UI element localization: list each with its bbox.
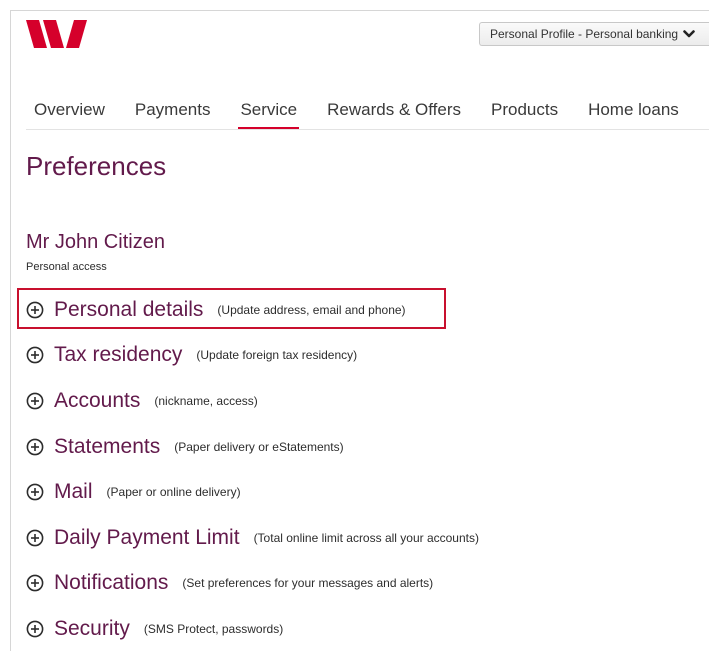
preference-item-security[interactable]: Security (SMS Protect, passwords) (26, 606, 479, 652)
preference-item-accounts[interactable]: Accounts (nickname, access) (26, 378, 479, 424)
preference-label[interactable]: Daily Payment Limit (54, 526, 240, 550)
circle-plus-icon[interactable] (26, 301, 44, 319)
circle-plus-icon[interactable] (26, 483, 44, 501)
preference-item-tax-residency[interactable]: Tax residency (Update foreign tax residen… (26, 333, 479, 379)
preference-label[interactable]: Accounts (54, 389, 140, 413)
main-nav: Overview Payments Service Rewards & Offers P… (34, 100, 709, 130)
profile-selector[interactable]: Personal Profile - Personal banking (479, 22, 709, 46)
preference-item-daily-payment-limit[interactable]: Daily Payment Limit (Total online limit a… (26, 515, 479, 561)
preference-hint: (Set preferences for your messages and a… (182, 576, 434, 591)
preference-label[interactable]: Statements (54, 435, 160, 459)
preference-label[interactable]: Notifications (54, 571, 168, 595)
user-name: Mr John Citizen (26, 231, 165, 253)
tab-service[interactable]: Service (238, 100, 299, 130)
preference-item-personal-details[interactable]: Personal details (Update address, email a… (26, 287, 479, 333)
westpac-logo-icon[interactable] (26, 20, 98, 48)
tab-rewards-offers[interactable]: Rewards & Offers (327, 100, 461, 130)
preference-label[interactable]: Mail (54, 480, 93, 504)
preference-hint: (nickname, access) (154, 393, 258, 408)
circle-plus-icon[interactable] (26, 392, 44, 410)
page-title: Preferences (26, 151, 167, 181)
tab-home-loans[interactable]: Home loans (588, 100, 679, 130)
circle-plus-icon[interactable] (26, 574, 44, 592)
profile-selector-label: Personal Profile - Personal banking (490, 27, 679, 41)
circle-plus-icon[interactable] (26, 438, 44, 456)
preferences-list: Personal details (Update address, email a… (26, 287, 479, 652)
preference-hint: (Total online limit across all your acco… (253, 530, 479, 545)
tab-products[interactable]: Products (491, 100, 558, 130)
preference-hint: (SMS Protect, passwords) (143, 621, 284, 636)
circle-plus-icon[interactable] (26, 620, 44, 638)
preference-item-notifications[interactable]: Notifications (Set preferences for your m… (26, 561, 479, 607)
preference-label[interactable]: Personal details (54, 298, 203, 322)
nav-divider (26, 129, 709, 130)
preference-hint: (Update address, email and phone) (217, 302, 406, 317)
tab-payments[interactable]: Payments (135, 100, 211, 130)
user-access-level: Personal access (26, 261, 107, 273)
preference-hint: (Paper or online delivery) (106, 485, 241, 500)
preference-item-mail[interactable]: Mail (Paper or online delivery) (26, 469, 479, 515)
circle-plus-icon[interactable] (26, 346, 44, 364)
preference-label[interactable]: Tax residency (54, 343, 182, 367)
circle-plus-icon[interactable] (26, 529, 44, 547)
chevron-down-icon (683, 30, 695, 38)
preference-item-statements[interactable]: Statements (Paper delivery or eStatements… (26, 424, 479, 470)
preference-hint: (Update foreign tax residency) (196, 348, 358, 363)
tab-overview[interactable]: Overview (34, 100, 105, 130)
preference-hint: (Paper delivery or eStatements) (174, 439, 344, 454)
preference-label[interactable]: Security (54, 617, 130, 641)
